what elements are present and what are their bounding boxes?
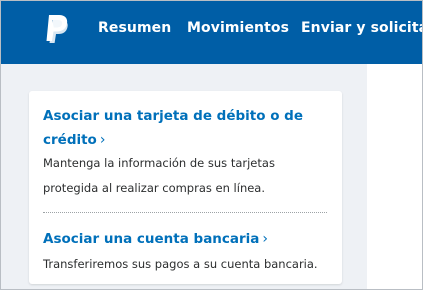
link-bank-title[interactable]: Asociar una cuenta bancaria — [43, 231, 259, 247]
chevron-right-icon[interactable]: › — [262, 231, 268, 247]
chevron-right-icon[interactable]: › — [100, 132, 106, 148]
right-panel — [367, 64, 422, 289]
top-navigation-bar: Resumen Movimientos Enviar y solicitar — [1, 1, 422, 64]
nav-resumen[interactable]: Resumen — [98, 20, 171, 36]
dotted-divider — [43, 212, 327, 213]
link-bank-description: Transferiremos sus pagos a su cuenta ban… — [43, 257, 318, 271]
link-card-description: Mantenga la información de sus tarjetas … — [43, 156, 275, 195]
link-card-link[interactable]: Asociar una tarjeta de débito o de crédi… — [43, 104, 323, 152]
link-card-title[interactable]: Asociar una tarjeta de débito o de crédi… — [43, 108, 303, 148]
link-bank-link[interactable]: Asociar una cuenta bancaria › — [43, 227, 333, 251]
wallet-setup-card: Asociar una tarjeta de débito o de crédi… — [29, 91, 342, 284]
paypal-logo-icon[interactable] — [43, 14, 69, 44]
nav-movimientos[interactable]: Movimientos — [187, 20, 289, 36]
app-window: Resumen Movimientos Enviar y solicitar A… — [0, 0, 423, 290]
nav-enviar-y-solicitar[interactable]: Enviar y solicitar — [301, 20, 422, 36]
